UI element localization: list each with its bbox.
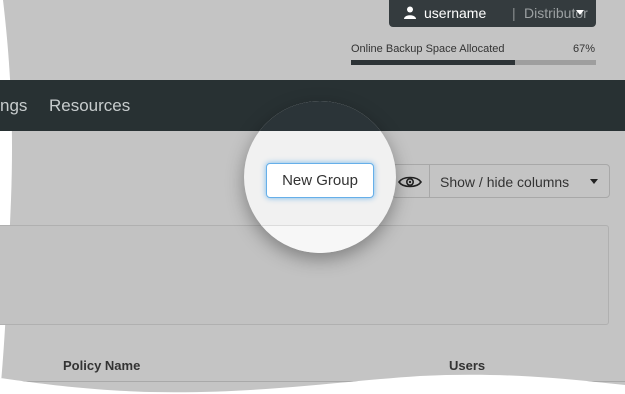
table-header-divider	[0, 381, 625, 382]
eye-icon	[398, 175, 422, 189]
username-label: username	[424, 5, 487, 21]
column-header-policy-name[interactable]: Policy Name	[63, 358, 140, 373]
magnified-navbar	[244, 101, 396, 131]
chevron-down-icon	[576, 10, 584, 15]
column-header-users[interactable]: Users	[449, 358, 485, 373]
backup-space-percent: 67%	[573, 43, 596, 55]
new-group-button[interactable]: New Group	[266, 163, 374, 198]
user-menu-button[interactable]: username | Distributor	[389, 0, 596, 27]
backup-space-progress-bar	[351, 60, 596, 65]
nav-item-resources[interactable]: Resources	[49, 96, 130, 116]
nav-item-settings[interactable]: ngs	[0, 96, 27, 116]
show-hide-columns-label: Show / hide columns	[440, 174, 570, 190]
screenshot-page: username | Distributor Online Backup Spa…	[0, 0, 625, 394]
user-menu-separator: |	[512, 5, 516, 21]
backup-space-progress-fill	[351, 60, 515, 65]
user-icon	[404, 6, 416, 19]
chevron-down-icon	[590, 179, 598, 184]
backup-space-label: Online Backup Space Allocated	[351, 43, 505, 55]
magnified-panel	[244, 225, 396, 253]
show-hide-columns-dropdown[interactable]: Show / hide columns	[429, 164, 610, 198]
toggle-columns-button[interactable]	[392, 164, 429, 198]
